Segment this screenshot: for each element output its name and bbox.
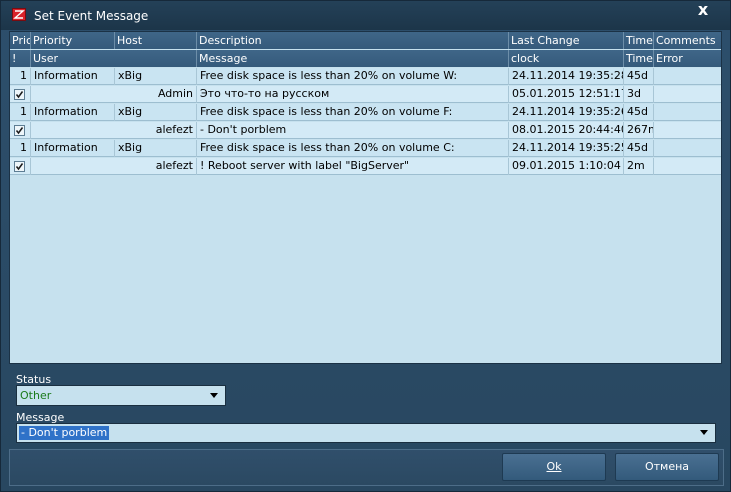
cell-clock: 09.01.2015 1:10:04 (509, 158, 624, 175)
cell-time: 267m (624, 122, 654, 139)
cell-host: xBig (115, 104, 197, 121)
message-combobox[interactable]: - Don't porblem (16, 423, 716, 443)
cell-time: 2m (624, 158, 654, 175)
column-header-time[interactable]: Time (624, 32, 654, 49)
column-header-message[interactable]: Message (197, 50, 509, 67)
table-row[interactable]: 1 Information xBig Free disk space is le… (10, 68, 721, 85)
cell-user: alefezt (31, 122, 197, 139)
cell-description: Free disk space is less than 20% on volu… (197, 104, 509, 121)
cell-error (654, 122, 721, 139)
cell-error (654, 86, 721, 103)
cell-host: xBig (115, 68, 197, 85)
cell-time: 45d (624, 104, 654, 121)
status-value: Other (20, 389, 52, 402)
cell-check[interactable] (10, 86, 31, 103)
checkbox-checked-icon[interactable] (14, 89, 25, 100)
title-bar[interactable]: Set Event Message x (1, 1, 730, 30)
cell-clock: 05.01.2015 12:51:17 (509, 86, 624, 103)
cell-description: Free disk space is less than 20% on volu… (197, 140, 509, 157)
cancel-button[interactable]: Отмена (615, 453, 719, 481)
cell-time: 45d (624, 68, 654, 85)
table-row[interactable]: alefezt - Don't porblem 08.01.2015 20:44… (10, 122, 721, 139)
cell-host: xBig (115, 140, 197, 157)
cell-last-change: 24.11.2014 19:35:25 (509, 140, 624, 157)
column-header-priority[interactable]: Priority (31, 32, 115, 49)
ok-button[interactable]: Ok (502, 453, 606, 481)
column-header-time-2[interactable]: Time (624, 50, 654, 67)
app-logo-icon (12, 8, 26, 21)
cell-user: alefezt (31, 158, 197, 175)
grid-subheader-row: ! User Message clock Time Error (10, 50, 721, 67)
event-grid[interactable]: Pric Priority Host Description Last Chan… (9, 31, 722, 364)
column-header-clock[interactable]: clock (509, 50, 624, 67)
cell-priority: Information (31, 68, 115, 85)
cancel-button-label: Отмена (644, 460, 690, 473)
cell-message: ! Reboot server with label "BigServer" (197, 158, 509, 175)
column-header-user[interactable]: User (31, 50, 197, 67)
cell-description: Free disk space is less than 20% on volu… (197, 68, 509, 85)
cell-comments (654, 104, 721, 121)
message-value[interactable]: - Don't porblem (19, 426, 110, 440)
cell-priority: Information (31, 104, 115, 121)
column-header-flag[interactable]: ! (10, 50, 31, 67)
cell-prio: 1 (10, 140, 31, 157)
column-header-last-change[interactable]: Last Change (509, 32, 624, 49)
table-row[interactable]: alefezt ! Reboot server with label "BigS… (10, 158, 721, 175)
cell-prio: 1 (10, 68, 31, 85)
dialog-window: Set Event Message x Pric Priority Host D… (0, 0, 731, 492)
grid-header-row: Pric Priority Host Description Last Chan… (10, 32, 721, 49)
cell-message: Это что-то на русском (197, 86, 509, 103)
ok-button-label: Ok (546, 460, 562, 473)
cell-message: - Don't porblem (197, 122, 509, 139)
chevron-down-icon[interactable] (700, 430, 708, 435)
checkbox-checked-icon[interactable] (14, 125, 25, 136)
cell-error (654, 158, 721, 175)
cell-clock: 08.01.2015 20:44:40 (509, 122, 624, 139)
column-header-description[interactable]: Description (197, 32, 509, 49)
cell-time: 3d (624, 86, 654, 103)
cell-last-change: 24.11.2014 19:35:28 (509, 68, 624, 85)
close-icon[interactable]: x (691, 1, 715, 21)
table-row[interactable]: Admin Это что-то на русском 05.01.2015 1… (10, 86, 721, 103)
cell-comments (654, 68, 721, 85)
column-header-host[interactable]: Host (115, 32, 197, 49)
table-row[interactable]: 1 Information xBig Free disk space is le… (10, 140, 721, 157)
cell-user: Admin (31, 86, 197, 103)
cell-time: 45d (624, 140, 654, 157)
column-header-comments[interactable]: Comments (654, 32, 721, 49)
cell-check[interactable] (10, 158, 31, 175)
status-dropdown[interactable]: Other (16, 385, 226, 406)
table-row[interactable]: 1 Information xBig Free disk space is le… (10, 104, 721, 121)
cell-comments (654, 140, 721, 157)
cell-check[interactable] (10, 122, 31, 139)
column-header-error[interactable]: Error (654, 50, 721, 67)
cell-prio: 1 (10, 104, 31, 121)
chevron-down-icon[interactable] (210, 393, 218, 398)
cell-last-change: 24.11.2014 19:35:26 (509, 104, 624, 121)
checkbox-checked-icon[interactable] (14, 161, 25, 172)
column-header-prio[interactable]: Pric (10, 32, 31, 49)
window-title: Set Event Message (34, 9, 149, 23)
cell-priority: Information (31, 140, 115, 157)
